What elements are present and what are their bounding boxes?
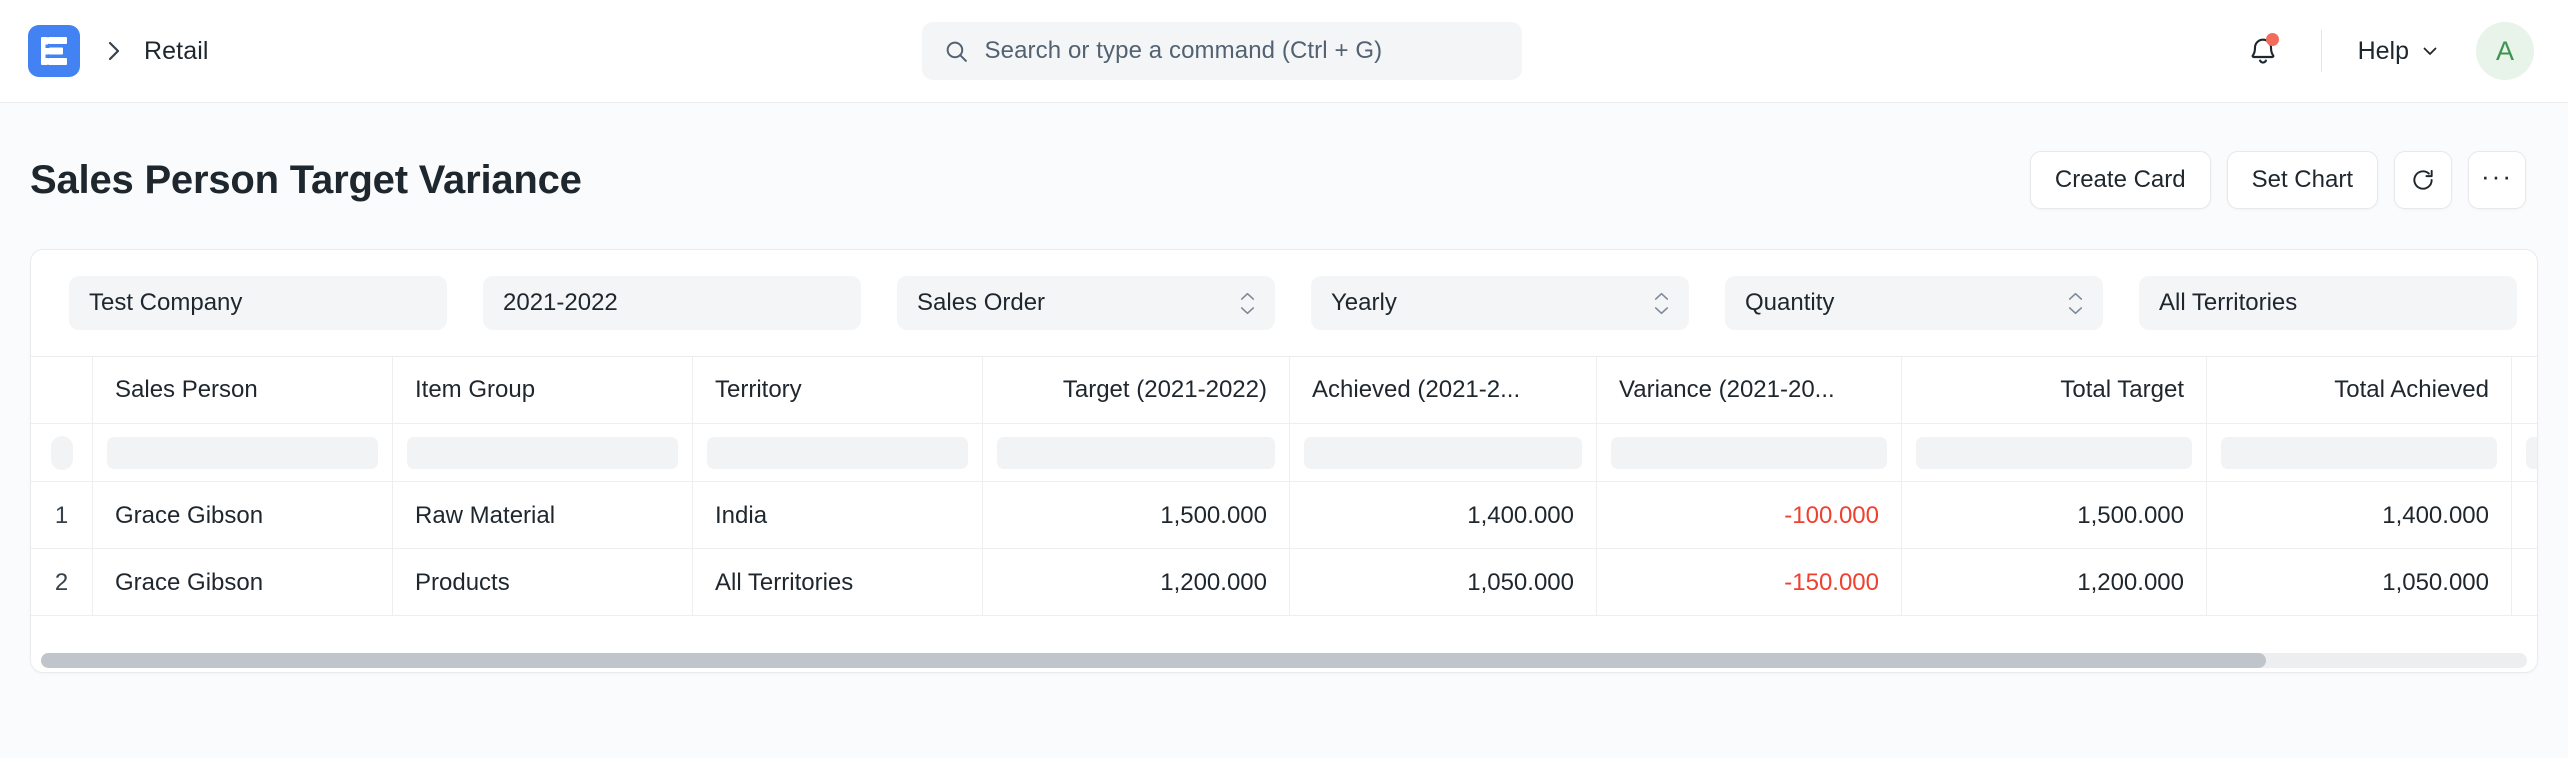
- chevron-up-down-icon: [1654, 292, 1669, 315]
- scrollbar-thumb[interactable]: [41, 653, 2266, 668]
- cell-extra[interactable]: [2512, 549, 2538, 616]
- column-header-sales-person[interactable]: Sales Person: [93, 357, 393, 423]
- column-header-total-achieved[interactable]: Total Achieved: [2207, 357, 2512, 423]
- page-header: Sales Person Target Variance Create Card…: [0, 103, 2568, 249]
- help-menu-button[interactable]: Help: [2354, 31, 2444, 72]
- refresh-icon: [2410, 167, 2436, 193]
- filter-fiscal-year[interactable]: 2021-2022: [483, 276, 861, 330]
- cell-target[interactable]: 1,200.000: [983, 549, 1290, 616]
- filter-company-value: Test Company: [89, 289, 427, 317]
- cell-sales-person[interactable]: Grace Gibson: [93, 482, 393, 549]
- filter-fiscal-year-value: 2021-2022: [503, 289, 841, 317]
- filter-doctype-value: Sales Order: [917, 289, 1232, 317]
- cell-territory[interactable]: All Territories: [693, 549, 983, 616]
- column-header-territory[interactable]: Territory: [693, 357, 983, 423]
- filter-target-on[interactable]: Quantity: [1725, 276, 2103, 330]
- help-label: Help: [2358, 37, 2409, 66]
- cell-item-group[interactable]: Raw Material: [393, 482, 693, 549]
- filter-cell-territory[interactable]: [693, 424, 983, 482]
- column-header-item-group[interactable]: Item Group: [393, 357, 693, 423]
- filter-cell-extra[interactable]: [2512, 424, 2538, 482]
- filter-territory[interactable]: All Territories: [2139, 276, 2517, 330]
- cell-sales-person[interactable]: Grace Gibson: [93, 549, 393, 616]
- cell-index: 1: [31, 482, 93, 549]
- filter-cell-sales-person[interactable]: [93, 424, 393, 482]
- cell-item-group[interactable]: Products: [393, 549, 693, 616]
- navbar-right: Help A: [2235, 22, 2534, 80]
- set-chart-button[interactable]: Set Chart: [2227, 151, 2378, 209]
- page-title: Sales Person Target Variance: [30, 158, 2030, 203]
- filter-cell-achieved[interactable]: [1290, 424, 1597, 482]
- notification-unread-dot: [2266, 33, 2279, 46]
- filter-period[interactable]: Yearly: [1311, 276, 1689, 330]
- column-header-extra[interactable]: [2512, 357, 2538, 423]
- cell-extra[interactable]: [2512, 482, 2538, 549]
- scrollbar-rail[interactable]: [41, 653, 2527, 668]
- top-navbar: Retail Search or type a command (Ctrl + …: [0, 0, 2568, 103]
- search-placeholder: Search or type a command (Ctrl + G): [985, 37, 1383, 65]
- table-header-row: Sales Person Item Group Territory Target…: [31, 357, 2537, 424]
- cell-total-target[interactable]: 1,500.000: [1902, 482, 2207, 549]
- filter-cell-index: [31, 424, 93, 482]
- cell-variance[interactable]: -150.000: [1597, 549, 1902, 616]
- cell-achieved[interactable]: 1,050.000: [1290, 549, 1597, 616]
- column-header-index[interactable]: [31, 357, 93, 423]
- filter-cell-variance[interactable]: [1597, 424, 1902, 482]
- erpnext-e-logo-icon[interactable]: [28, 25, 80, 77]
- navbar-divider: [2321, 30, 2322, 72]
- datatable-body: 1 Grace Gibson Raw Material India 1,500.…: [31, 482, 2537, 616]
- create-card-button[interactable]: Create Card: [2030, 151, 2211, 209]
- column-header-variance[interactable]: Variance (2021-20...: [1597, 357, 1902, 423]
- chevron-up-down-icon: [2068, 292, 2083, 315]
- cell-total-achieved[interactable]: 1,050.000: [2207, 549, 2512, 616]
- cell-variance[interactable]: -100.000: [1597, 482, 1902, 549]
- filter-period-value: Yearly: [1331, 289, 1646, 317]
- breadcrumb-separator-icon: [106, 38, 122, 64]
- refresh-button[interactable]: [2394, 151, 2452, 209]
- datatable-footer: [31, 616, 2537, 650]
- table-row[interactable]: 1 Grace Gibson Raw Material India 1,500.…: [31, 482, 2537, 549]
- filter-cell-total-target[interactable]: [1902, 424, 2207, 482]
- filter-company[interactable]: Test Company: [69, 276, 447, 330]
- cell-territory[interactable]: India: [693, 482, 983, 549]
- notifications-button[interactable]: [2235, 23, 2291, 79]
- page-actions: Create Card Set Chart ···: [2030, 151, 2526, 209]
- avatar[interactable]: A: [2476, 22, 2534, 80]
- column-header-target[interactable]: Target (2021-2022): [983, 357, 1290, 423]
- breadcrumb-item-retail[interactable]: Retail: [144, 37, 209, 66]
- filter-cell-item-group[interactable]: [393, 424, 693, 482]
- table-filter-row: [31, 424, 2537, 482]
- filter-indicator: [51, 436, 73, 470]
- search-icon: [944, 39, 969, 64]
- filter-cell-target[interactable]: [983, 424, 1290, 482]
- filter-target-on-value: Quantity: [1745, 289, 2060, 317]
- datatable-header: Sales Person Item Group Territory Target…: [31, 357, 2537, 424]
- table-row[interactable]: 2 Grace Gibson Products All Territories …: [31, 549, 2537, 616]
- cell-target[interactable]: 1,500.000: [983, 482, 1290, 549]
- horizontal-scrollbar[interactable]: [31, 650, 2537, 672]
- navbar-left: Retail: [28, 25, 209, 77]
- filter-doctype[interactable]: Sales Order: [897, 276, 1275, 330]
- page-body: Sales Person Target Variance Create Card…: [0, 103, 2568, 758]
- filter-territory-value: All Territories: [2159, 289, 2497, 317]
- filter-cell-total-achieved[interactable]: [2207, 424, 2512, 482]
- cell-achieved[interactable]: 1,400.000: [1290, 482, 1597, 549]
- navbar-center: Search or type a command (Ctrl + G): [209, 22, 2235, 80]
- cell-total-target[interactable]: 1,200.000: [1902, 549, 2207, 616]
- datatable-filter-row: [31, 424, 2537, 482]
- report-card: Test Company 2021-2022 Sales Order Yearl…: [30, 249, 2538, 673]
- report-datatable: Sales Person Item Group Territory Target…: [31, 356, 2537, 672]
- more-options-button[interactable]: ···: [2468, 151, 2526, 209]
- chevron-down-icon: [2420, 41, 2440, 61]
- search-input[interactable]: Search or type a command (Ctrl + G): [922, 22, 1522, 80]
- column-header-total-target[interactable]: Total Target: [1902, 357, 2207, 423]
- avatar-initial: A: [2496, 36, 2514, 67]
- cell-index: 2: [31, 549, 93, 616]
- column-header-achieved[interactable]: Achieved (2021-2...: [1290, 357, 1597, 423]
- report-filter-bar: Test Company 2021-2022 Sales Order Yearl…: [31, 250, 2537, 356]
- chevron-up-down-icon: [1240, 292, 1255, 315]
- cell-total-achieved[interactable]: 1,400.000: [2207, 482, 2512, 549]
